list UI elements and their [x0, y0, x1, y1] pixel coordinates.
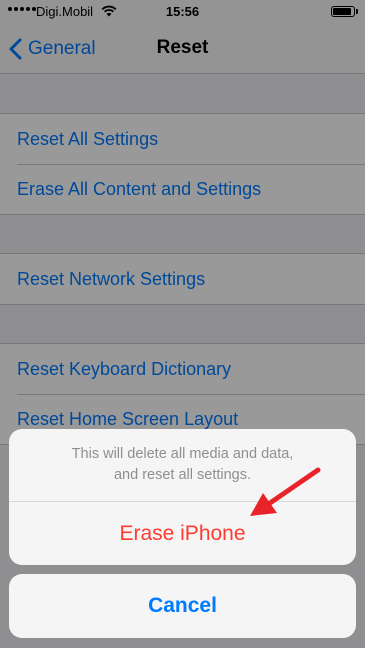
action-sheet-message: This will delete all media and data, and…: [71, 446, 294, 483]
cancel-button[interactable]: Cancel: [9, 574, 356, 638]
erase-iphone-button[interactable]: Erase iPhone: [9, 502, 356, 565]
action-sheet: This will delete all media and data, and…: [9, 429, 356, 565]
cancel-sheet: Cancel: [9, 574, 356, 638]
